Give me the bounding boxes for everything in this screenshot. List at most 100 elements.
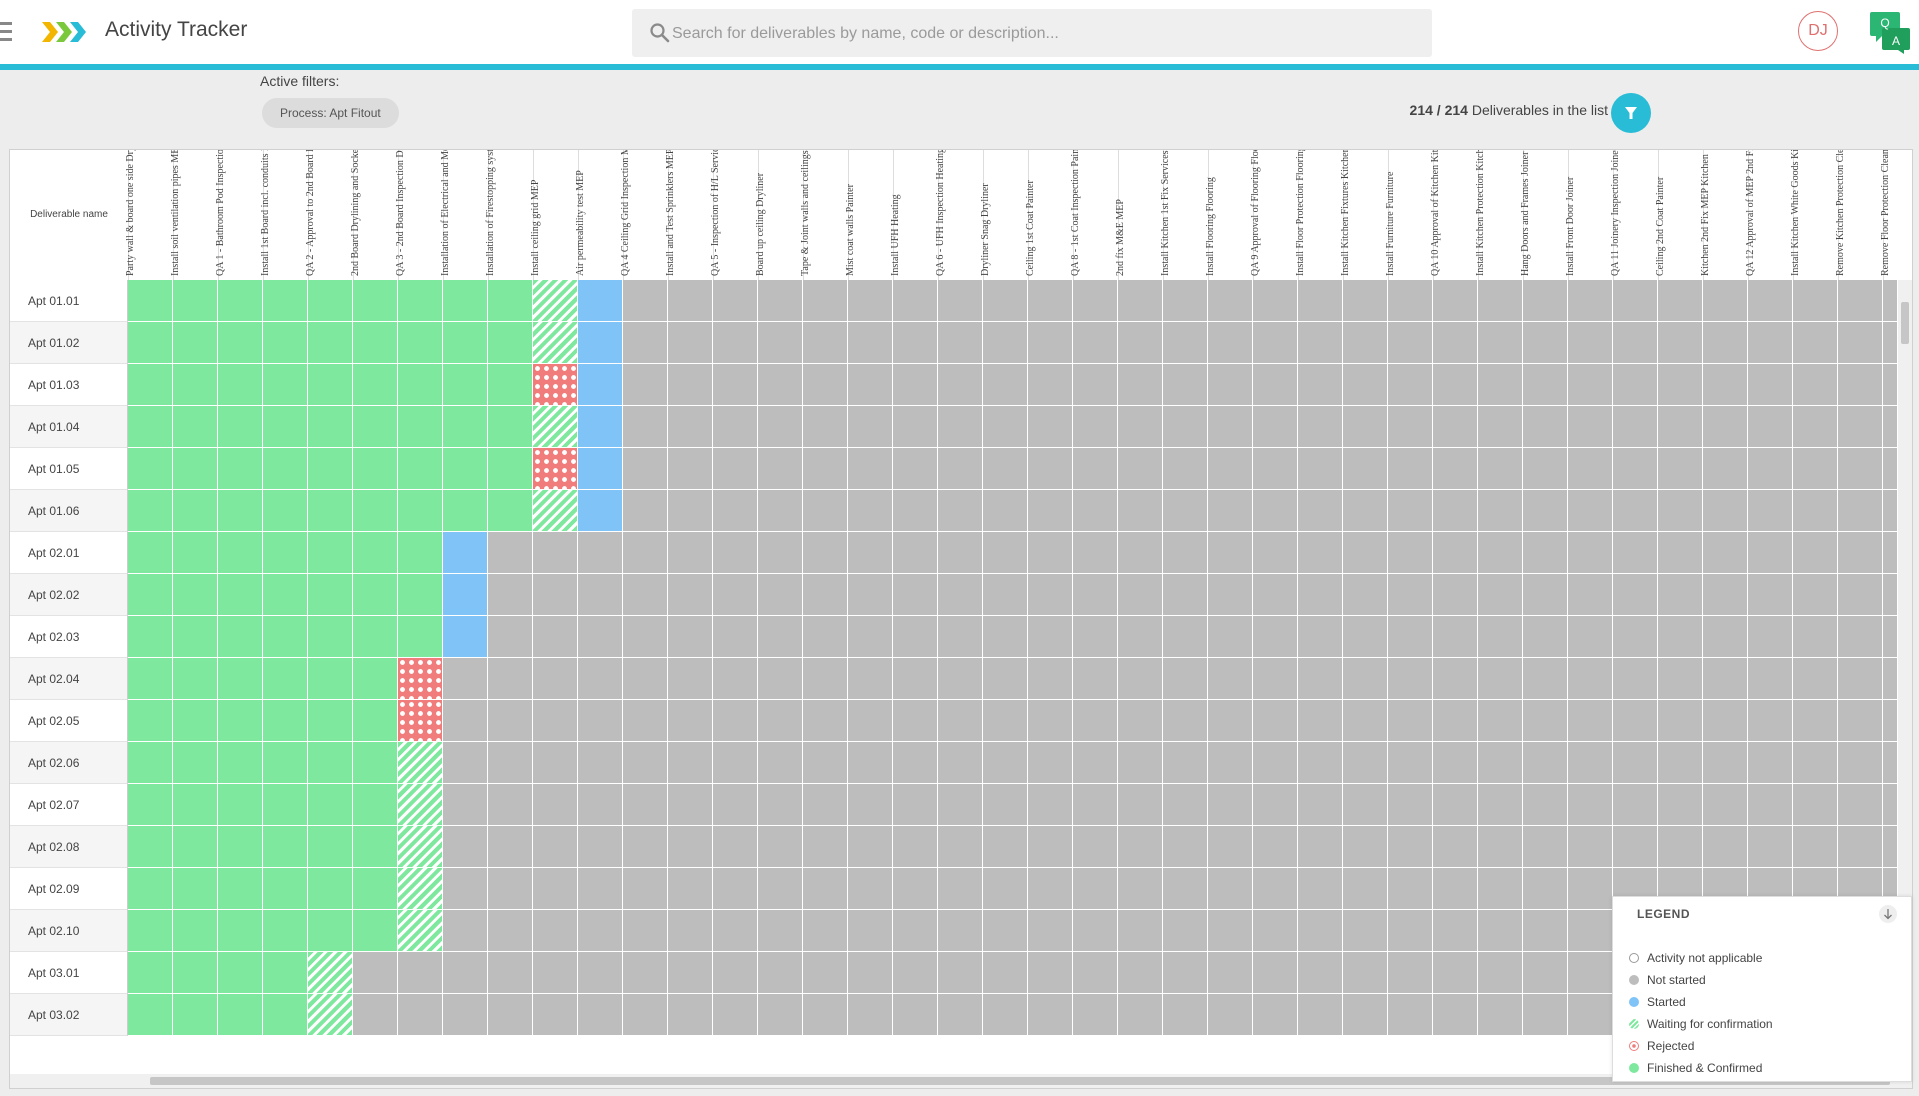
status-cell[interactable] xyxy=(128,658,173,700)
status-cell[interactable] xyxy=(1073,658,1118,700)
status-cell[interactable] xyxy=(1298,574,1343,616)
status-cell[interactable] xyxy=(623,280,668,322)
status-cell[interactable] xyxy=(578,280,623,322)
status-cell[interactable] xyxy=(1883,700,1898,742)
status-cell[interactable] xyxy=(1343,280,1388,322)
status-cell[interactable] xyxy=(1478,532,1523,574)
status-cell[interactable] xyxy=(1568,994,1613,1036)
status-cell[interactable] xyxy=(1388,574,1433,616)
status-cell[interactable] xyxy=(1433,784,1478,826)
status-cell[interactable] xyxy=(1253,616,1298,658)
status-cell[interactable] xyxy=(1568,784,1613,826)
column-header[interactable]: Mist coat walls Painter xyxy=(845,150,894,280)
status-cell[interactable] xyxy=(848,910,893,952)
status-cell[interactable] xyxy=(1388,910,1433,952)
status-cell[interactable] xyxy=(1028,448,1073,490)
status-cell[interactable] xyxy=(1523,448,1568,490)
status-cell[interactable] xyxy=(668,742,713,784)
status-cell[interactable] xyxy=(578,742,623,784)
status-cell[interactable] xyxy=(1388,826,1433,868)
status-cell[interactable] xyxy=(803,448,848,490)
app-logo[interactable] xyxy=(42,18,90,46)
status-cell[interactable] xyxy=(1163,364,1208,406)
deliverable-name[interactable]: Apt 02.03 xyxy=(10,616,128,658)
status-cell[interactable] xyxy=(1388,868,1433,910)
status-cell[interactable] xyxy=(1073,910,1118,952)
status-cell[interactable] xyxy=(263,406,308,448)
status-cell[interactable] xyxy=(308,616,353,658)
status-cell[interactable] xyxy=(893,658,938,700)
status-cell[interactable] xyxy=(353,490,398,532)
status-cell[interactable] xyxy=(983,574,1028,616)
status-cell[interactable] xyxy=(1658,784,1703,826)
status-cell[interactable] xyxy=(1253,952,1298,994)
status-cell[interactable] xyxy=(803,406,848,448)
table-row[interactable]: Apt 01.03 xyxy=(10,364,1898,406)
status-cell[interactable] xyxy=(263,658,308,700)
status-cell[interactable] xyxy=(758,700,803,742)
status-cell[interactable] xyxy=(173,280,218,322)
status-cell[interactable] xyxy=(398,490,443,532)
status-cell[interactable] xyxy=(533,532,578,574)
status-cell[interactable] xyxy=(1298,490,1343,532)
column-header[interactable]: QA 8 - 1st Coat Inspection Painter xyxy=(1070,150,1119,280)
status-cell[interactable] xyxy=(128,868,173,910)
status-cell[interactable] xyxy=(1028,910,1073,952)
column-header[interactable]: QA 2 - Approval to 2nd Board Dryliner xyxy=(305,150,354,280)
status-cell[interactable] xyxy=(1073,994,1118,1036)
status-cell[interactable] xyxy=(893,448,938,490)
column-header[interactable]: Install UFH Heating xyxy=(890,150,939,280)
status-cell[interactable] xyxy=(1253,784,1298,826)
status-cell[interactable] xyxy=(983,322,1028,364)
deliverable-name[interactable]: Apt 02.02 xyxy=(10,574,128,616)
status-cell[interactable] xyxy=(983,490,1028,532)
deliverable-name[interactable]: Apt 01.06 xyxy=(10,490,128,532)
status-cell[interactable] xyxy=(758,994,803,1036)
status-cell[interactable] xyxy=(1073,448,1118,490)
status-cell[interactable] xyxy=(1523,994,1568,1036)
status-cell[interactable] xyxy=(1433,826,1478,868)
status-cell[interactable] xyxy=(1073,364,1118,406)
status-cell[interactable] xyxy=(848,952,893,994)
status-cell[interactable] xyxy=(1883,616,1898,658)
table-row[interactable]: Apt 01.06 xyxy=(10,490,1898,532)
status-cell[interactable] xyxy=(1118,364,1163,406)
status-cell[interactable] xyxy=(308,700,353,742)
status-cell[interactable] xyxy=(1523,490,1568,532)
status-cell[interactable] xyxy=(1118,994,1163,1036)
status-cell[interactable] xyxy=(353,406,398,448)
status-cell[interactable] xyxy=(1253,280,1298,322)
status-cell[interactable] xyxy=(848,574,893,616)
status-cell[interactable] xyxy=(308,910,353,952)
column-header[interactable]: Ceiling 1st Coat Painter xyxy=(1025,150,1074,280)
status-cell[interactable] xyxy=(938,952,983,994)
status-cell[interactable] xyxy=(623,490,668,532)
status-cell[interactable] xyxy=(623,742,668,784)
status-cell[interactable] xyxy=(128,616,173,658)
status-cell[interactable] xyxy=(308,322,353,364)
status-cell[interactable] xyxy=(173,616,218,658)
column-header[interactable]: Kitchen 2nd Fix MEP Kitchen xyxy=(1700,150,1749,280)
status-cell[interactable] xyxy=(1883,742,1898,784)
table-row[interactable]: Apt 02.01 xyxy=(10,532,1898,574)
status-cell[interactable] xyxy=(1073,532,1118,574)
status-cell[interactable] xyxy=(983,742,1028,784)
status-cell[interactable] xyxy=(1703,574,1748,616)
status-cell[interactable] xyxy=(1703,784,1748,826)
status-cell[interactable] xyxy=(308,994,353,1036)
status-cell[interactable] xyxy=(1703,616,1748,658)
status-cell[interactable] xyxy=(1028,406,1073,448)
status-cell[interactable] xyxy=(758,952,803,994)
status-cell[interactable] xyxy=(848,490,893,532)
status-cell[interactable] xyxy=(848,700,893,742)
deliverable-name[interactable]: Apt 02.09 xyxy=(10,868,128,910)
status-cell[interactable] xyxy=(893,532,938,574)
status-cell[interactable] xyxy=(533,784,578,826)
status-cell[interactable] xyxy=(713,322,758,364)
status-cell[interactable] xyxy=(803,574,848,616)
status-cell[interactable] xyxy=(1343,700,1388,742)
status-cell[interactable] xyxy=(758,364,803,406)
status-cell[interactable] xyxy=(938,700,983,742)
column-header[interactable]: Ceiling 2nd Coat Painter xyxy=(1655,150,1704,280)
column-header[interactable]: Remove Kitchen Protection Cleaner xyxy=(1835,150,1884,280)
